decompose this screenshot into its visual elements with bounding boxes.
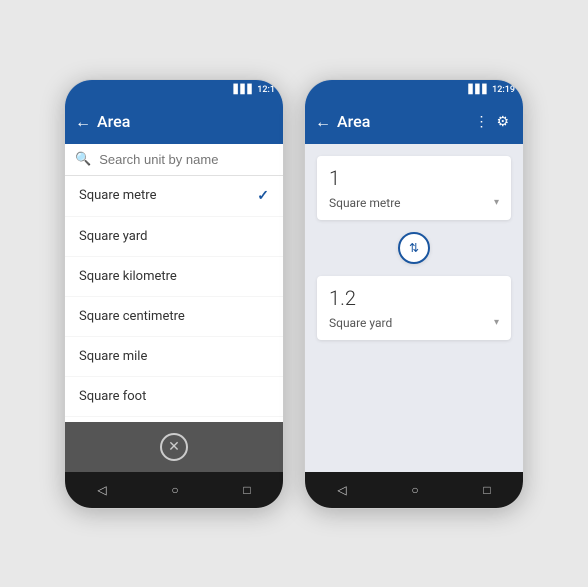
right-nav-bar: ◁ ○ □ xyxy=(305,472,523,508)
from-unit-label: Square metre xyxy=(329,196,401,210)
left-search-bar: 🔍 xyxy=(65,144,283,176)
unit-label: Square yard xyxy=(79,229,148,244)
right-status-bar: ▋▋▋ 12:19 xyxy=(305,80,523,100)
swap-icon: ⇅ xyxy=(409,241,419,255)
to-value[interactable]: 1.2 xyxy=(329,286,499,310)
to-unit-chevron[interactable]: ▾ xyxy=(494,317,499,328)
from-unit-chevron[interactable]: ▾ xyxy=(494,197,499,208)
left-signal: ▋▋▋ xyxy=(234,85,255,95)
from-converter-card: 1 Square metre ▾ xyxy=(317,156,511,220)
list-item[interactable]: Square metre ✓ xyxy=(65,176,283,217)
left-app-title: Area xyxy=(97,112,273,131)
search-input[interactable] xyxy=(99,152,273,167)
left-app-bar: ← Area xyxy=(65,100,283,144)
nav-home-button[interactable]: ○ xyxy=(171,483,178,497)
right-status-icons: ▋▋▋ 12:19 xyxy=(468,85,515,95)
to-unit-row: Square yard ▾ xyxy=(329,316,499,330)
right-signal: ▋▋▋ xyxy=(468,85,489,95)
unit-label: Square mile xyxy=(79,349,147,364)
right-time: 12:19 xyxy=(492,85,515,95)
list-item[interactable]: Square kilometre xyxy=(65,257,283,297)
from-unit-row: Square metre ▾ xyxy=(329,196,499,210)
to-converter-card: 1.2 Square yard ▾ xyxy=(317,276,511,340)
search-icon: 🔍 xyxy=(75,152,91,167)
left-time: 12:1 xyxy=(257,85,275,95)
from-value[interactable]: 1 xyxy=(329,166,499,190)
right-app-bar: ← Area ⋮ ⚙ xyxy=(305,100,523,144)
settings-icon[interactable]: ⚙ xyxy=(492,110,513,134)
left-back-button[interactable]: ← xyxy=(75,112,91,132)
left-status-bar: ▋▋▋ 12:1 xyxy=(65,80,283,100)
close-icon: ✕ xyxy=(168,439,180,455)
unit-label: Square foot xyxy=(79,389,146,404)
left-status-icons: ▋▋▋ 12:1 xyxy=(234,85,275,95)
nav-back-button[interactable]: ◁ xyxy=(337,483,346,497)
left-phone: ▋▋▋ 12:1 ← Area 🔍 Square metre ✓ xyxy=(64,79,284,509)
unit-label: Square centimetre xyxy=(79,309,185,324)
right-back-button[interactable]: ← xyxy=(315,112,331,132)
scene: ▋▋▋ 12:1 ← Area 🔍 Square metre ✓ xyxy=(0,0,588,587)
unit-label: Square metre xyxy=(79,188,156,203)
list-item[interactable]: Square mile xyxy=(65,337,283,377)
left-bottom-overlay: ✕ xyxy=(65,422,283,472)
right-app-title: Area xyxy=(337,112,470,131)
swap-button[interactable]: ⇅ xyxy=(398,232,430,264)
left-phone-content: 🔍 Square metre ✓ Square yard Square kilo… xyxy=(65,144,283,472)
list-item[interactable]: Square foot xyxy=(65,377,283,417)
unit-label: Square kilometre xyxy=(79,269,177,284)
list-item[interactable]: Square yard xyxy=(65,217,283,257)
nav-recent-button[interactable]: □ xyxy=(483,483,490,497)
close-button[interactable]: ✕ xyxy=(160,433,188,461)
right-phone: ▋▋▋ 12:19 ← Area ⋮ ⚙ 1 Square metre ▾ xyxy=(304,79,524,509)
nav-recent-button[interactable]: □ xyxy=(243,483,250,497)
selected-checkmark: ✓ xyxy=(257,188,269,204)
share-icon[interactable]: ⋮ xyxy=(470,110,492,134)
right-phone-content: 1 Square metre ▾ ⇅ 1.2 Square yard ▾ xyxy=(305,144,523,472)
nav-home-button[interactable]: ○ xyxy=(411,483,418,497)
to-unit-label: Square yard xyxy=(329,316,392,330)
list-item[interactable]: Square centimetre xyxy=(65,297,283,337)
nav-back-button[interactable]: ◁ xyxy=(97,483,106,497)
left-nav-bar: ◁ ○ □ xyxy=(65,472,283,508)
unit-dropdown-list: Square metre ✓ Square yard Square kilome… xyxy=(65,176,283,422)
